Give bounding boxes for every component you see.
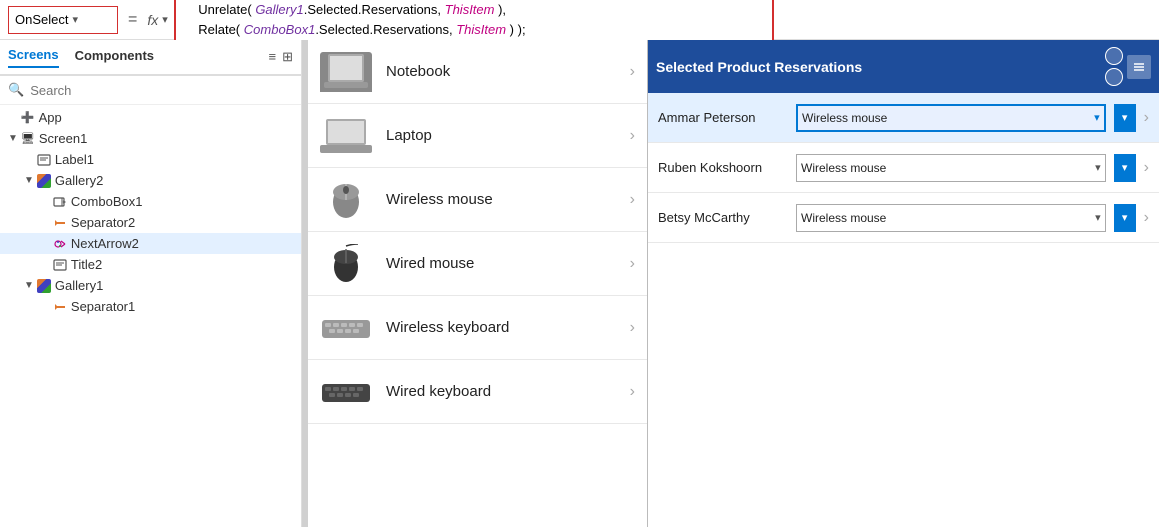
fx-label: fx (147, 12, 158, 28)
res-chevron-betsy[interactable]: › (1144, 209, 1149, 227)
reservation-row-betsy[interactable]: Betsy McCarthy Wireless mouse ▾ ▾ › (648, 193, 1159, 243)
tree-label-nextarrow2: NextArrow2 (71, 236, 139, 251)
res-name-betsy: Betsy McCarthy (658, 210, 788, 225)
chevron-right-icon: › (630, 191, 635, 209)
gallery-item-label-laptop: Laptop (386, 127, 630, 144)
product-image-wired-mouse (320, 244, 372, 284)
chevron-right-icon: › (630, 127, 635, 145)
res-chevron-ruben[interactable]: › (1144, 159, 1149, 177)
tree-item-separator2[interactable]: ▼ Separator2 (0, 212, 301, 233)
tree-item-app[interactable]: ▼ ➕ App (0, 107, 301, 128)
right-panel: Selected Product Reservations Ammar Pete… (648, 40, 1159, 527)
tree-item-combobox1[interactable]: ▼ ComboBox1 (0, 191, 301, 212)
res-dropdown-ruben[interactable]: Wireless mouse ▾ (796, 154, 1106, 182)
tree-label-gallery1: Gallery1 (55, 278, 103, 293)
gallery-item-notebook[interactable]: Notebook › (308, 40, 647, 104)
main-layout: Screens Components ≡ ⊞ 🔍 ▼ ➕ App ▼ 🖥 (0, 40, 1159, 527)
tree-label-separator2: Separator2 (71, 215, 135, 230)
reservations-header: Selected Product Reservations (648, 40, 1159, 93)
chevron-right-icon: › (630, 255, 635, 273)
chevron-right-icon: › (630, 319, 635, 337)
product-image-notebook (320, 52, 372, 92)
tab-screens[interactable]: Screens (8, 47, 59, 68)
reservations-action-btn[interactable] (1127, 55, 1151, 79)
fx-area: fx ▾ (147, 12, 167, 28)
tree-item-gallery1[interactable]: ▼ Gallery1 (0, 275, 301, 296)
res-name-ruben: Ruben Kokshoorn (658, 160, 788, 175)
tree-label-gallery2: Gallery2 (55, 173, 103, 188)
gallery-item-label-wired-keyboard: Wired keyboard (386, 383, 630, 400)
gallery-item-laptop[interactable]: Laptop › (308, 104, 647, 168)
gallery-item-label-wired-mouse: Wired mouse (386, 255, 630, 272)
dropdown-value: OnSelect (15, 12, 68, 27)
tree-label-title2: Title2 (71, 257, 102, 272)
dropdown-arrow-icon: ▾ (1095, 211, 1101, 224)
gallery-item-wireless-keyboard[interactable]: Wireless keyboard › (308, 296, 647, 360)
res-dropdown-value-ammar: Wireless mouse (802, 111, 887, 125)
gallery-item-label-wireless-mouse: Wireless mouse (386, 191, 630, 208)
reservations-title: Selected Product Reservations (656, 59, 862, 75)
tree-label-screen1: Screen1 (39, 131, 87, 146)
reservation-row-ammar[interactable]: Ammar Peterson Wireless mouse ▾ ▾ › (648, 93, 1159, 143)
res-dd-btn-ruben[interactable]: ▾ (1114, 154, 1136, 182)
tree-item-title2[interactable]: ▼ Title2 (0, 254, 301, 275)
tab-components[interactable]: Components (75, 48, 154, 67)
tree-item-label1[interactable]: ▼ Label1 (0, 149, 301, 170)
res-circle-bottom[interactable] (1105, 68, 1123, 86)
product-image-wired-keyboard (320, 372, 372, 412)
panel-tabs: Screens Components ≡ ⊞ (0, 40, 301, 76)
chevron-right-icon: › (630, 63, 635, 81)
fx-chevron: ▾ (162, 13, 168, 26)
tree-item-screen1[interactable]: ▼ 🖥 Screen1 (0, 128, 301, 149)
search-input[interactable] (30, 83, 293, 98)
tree-area: ▼ ➕ App ▼ 🖥 Screen1 ▼ Label1 (0, 105, 301, 527)
product-image-wireless-keyboard (320, 308, 372, 348)
res-dd-btn-betsy[interactable]: ▾ (1114, 204, 1136, 232)
gallery-item-label-notebook: Notebook (386, 63, 630, 80)
res-dropdown-ammar[interactable]: Wireless mouse ▾ (796, 104, 1106, 132)
onselect-dropdown[interactable]: OnSelect ▾ (8, 6, 118, 34)
reservation-row-ruben[interactable]: Ruben Kokshoorn Wireless mouse ▾ ▾ › (648, 143, 1159, 193)
tree-item-gallery2[interactable]: ▼ Gallery2 (0, 170, 301, 191)
res-circle-top[interactable] (1105, 47, 1123, 65)
equals-sign: = (124, 11, 141, 29)
reservations-controls (1105, 47, 1151, 86)
chevron-right-icon: › (630, 383, 635, 401)
dropdown-arrow-icon: ▾ (1095, 161, 1101, 174)
res-dropdown-value-ruben: Wireless mouse (801, 161, 886, 175)
grid-icon[interactable]: ⊞ (282, 49, 293, 65)
res-dd-btn-ammar[interactable]: ▾ (1114, 104, 1136, 132)
panel-icons: ≡ ⊞ (269, 49, 294, 65)
gallery-item-wired-mouse[interactable]: Wired mouse › (308, 232, 647, 296)
res-name-ammar: Ammar Peterson (658, 110, 788, 125)
search-box: 🔍 (0, 76, 301, 105)
res-chevron-ammar[interactable]: › (1144, 109, 1149, 127)
product-image-laptop (320, 116, 372, 156)
gallery-item-label-wireless-keyboard: Wireless keyboard (386, 319, 630, 336)
list-icon[interactable]: ≡ (269, 49, 277, 65)
left-panel: Screens Components ≡ ⊞ 🔍 ▼ ➕ App ▼ 🖥 (0, 40, 302, 527)
res-dropdown-value-betsy: Wireless mouse (801, 211, 886, 225)
top-bar: OnSelect ▾ = fx ▾ If( IsBlank( ComboBox1… (0, 0, 1159, 40)
tree-label-label1: Label1 (55, 152, 94, 167)
tree-label-separator1: Separator1 (71, 299, 135, 314)
dropdown-arrow-icon: ▾ (1094, 111, 1100, 124)
gallery-item-wired-keyboard[interactable]: Wired keyboard › (308, 360, 647, 424)
center-gallery-panel: Notebook › Laptop › Wireless mouse › (308, 40, 648, 527)
tree-item-nextarrow2[interactable]: ▼ NextArrow2 (0, 233, 301, 254)
gallery-list: Notebook › Laptop › Wireless mouse › (308, 40, 647, 527)
tree-label-app: App (39, 110, 62, 125)
tree-item-separator1[interactable]: ▼ Separator1 (0, 296, 301, 317)
product-image-wireless-mouse (320, 180, 372, 220)
chevron-down-icon: ▾ (72, 13, 78, 26)
search-icon: 🔍 (8, 82, 24, 98)
gallery-item-wireless-mouse[interactable]: Wireless mouse › (308, 168, 647, 232)
tree-label-combobox1: ComboBox1 (71, 194, 143, 209)
res-dropdown-betsy[interactable]: Wireless mouse ▾ (796, 204, 1106, 232)
